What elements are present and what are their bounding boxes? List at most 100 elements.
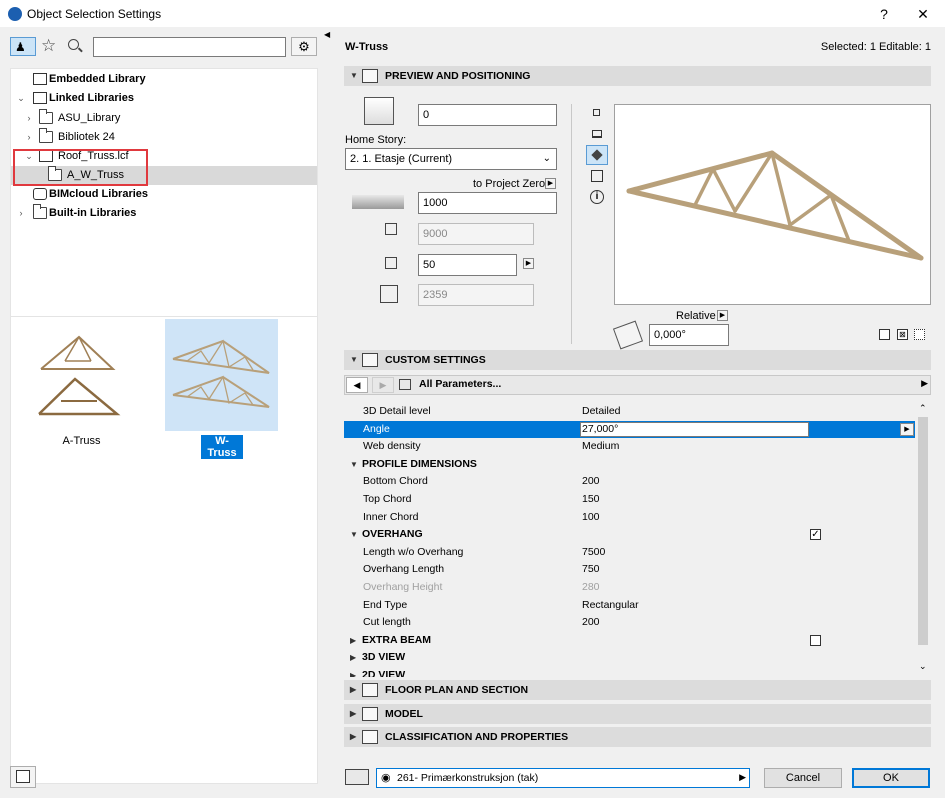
chevron-down-icon[interactable]: ⌄ [15, 89, 27, 108]
ok-button[interactable]: OK [852, 768, 930, 788]
library-manager-button[interactable] [10, 766, 36, 788]
chevron-right-icon[interactable]: ▶ [350, 667, 356, 677]
scroll-down-icon[interactable]: ⌄ [919, 661, 927, 672]
section-preview-positioning[interactable]: ▼ PREVIEW AND POSITIONING [344, 66, 931, 86]
help-button[interactable]: ? [874, 4, 894, 24]
info-button[interactable]: i [588, 188, 606, 206]
mirror-none-checkbox[interactable] [879, 329, 890, 340]
pane-splitter[interactable]: ◀ [322, 28, 333, 798]
search-input[interactable] [93, 37, 286, 57]
params-scrollbar[interactable]: ⌃ ⌄ [916, 403, 930, 677]
settings-gear-button[interactable]: ⚙ [291, 37, 317, 56]
param-row[interactable]: Inner Chord 100 [344, 509, 915, 527]
rotation-angle-input[interactable]: 0,000° [649, 324, 729, 346]
tree-item-asu-library[interactable]: › ASU_Library [11, 109, 317, 128]
depth-arrow-button[interactable]: ▶ [523, 258, 534, 269]
height-input[interactable]: 1000 [418, 192, 557, 214]
chevron-right-icon[interactable]: ▶ [350, 649, 356, 666]
param-value: Rectangular [582, 598, 639, 611]
param-name: Bottom Chord [363, 475, 428, 488]
chevron-down-icon[interactable]: ▼ [350, 66, 358, 86]
chevron-right-icon[interactable]: ▶ [350, 704, 356, 724]
tree-item-embedded-library[interactable]: Embedded Library [11, 70, 317, 89]
mirror-x-checkbox[interactable]: ⊠ [897, 329, 908, 340]
library-toggle-button[interactable]: ♟ [10, 37, 36, 56]
depth-input[interactable]: 50 [418, 254, 517, 276]
tree-item-linked-libraries[interactable]: ⌄ Linked Libraries [11, 89, 317, 108]
chevron-right-icon[interactable]: › [23, 128, 35, 147]
param-row[interactable]: Top Chord 150 [344, 491, 915, 509]
view-3d-button[interactable] [586, 145, 608, 165]
param-row[interactable]: 3D Detail level Detailed [344, 403, 915, 421]
param-name: Cut length [363, 616, 411, 629]
param-group-row[interactable]: ▼ ✓ OVERHANG [344, 526, 915, 544]
chevron-right-icon[interactable]: › [15, 204, 27, 223]
chevron-right-icon[interactable]: ▶ [350, 727, 356, 747]
home-story-label: Home Story: [345, 134, 407, 146]
chevron-right-icon[interactable]: ▶ [350, 680, 356, 700]
param-value: 200 [582, 616, 600, 629]
section-model[interactable]: ▶ MODEL [344, 704, 931, 724]
home-story-select[interactable]: 2. 1. Etasje (Current) ⌄ [345, 148, 557, 170]
gear-icon: ⚙ [298, 39, 310, 54]
group-enabled-checkbox-checked[interactable]: ✓ [810, 529, 821, 541]
section-title: FLOOR PLAN AND SECTION [385, 684, 529, 696]
param-row[interactable]: ▶ Angle 27,000° [344, 420, 915, 439]
chevron-right-icon[interactable]: › [23, 109, 35, 128]
thumbnail-a-truss[interactable]: A-Truss [25, 319, 138, 449]
params-dropdown[interactable]: All Parameters... ▶ [397, 377, 930, 393]
param-value: 280 [582, 581, 600, 593]
param-row[interactable]: Overhang Height 280 [344, 579, 915, 597]
tree-item-bibliotek-24[interactable]: › Bibliotek 24 [11, 128, 317, 147]
layer-select[interactable]: ◉ 261- Primærkonstruksjon (tak) ▶ [376, 768, 750, 788]
view-front-button[interactable] [588, 125, 606, 143]
tree-item-built-in-libraries[interactable]: › Built-in Libraries [11, 204, 317, 223]
layer-value: 261- Primærkonstruksjon (tak) [397, 772, 539, 784]
param-row[interactable]: Cut length 200 [344, 614, 915, 632]
to-project-zero-label: to Project Zero [473, 178, 546, 190]
close-button[interactable]: ✕ [913, 4, 933, 24]
cancel-button[interactable]: Cancel [764, 768, 842, 788]
thumbnail-w-truss[interactable]: W-Truss [165, 319, 278, 459]
param-row[interactable]: Overhang Length 750 [344, 561, 915, 579]
relative-arrow-button[interactable]: ▶ [717, 310, 728, 321]
param-row[interactable]: Length w/o Overhang 7500 [344, 544, 915, 562]
prev-page-button[interactable]: ◀ [346, 377, 368, 393]
param-group-row[interactable]: ▼ PROFILE DIMENSIONS [344, 456, 915, 474]
elevation-input[interactable]: 0 [418, 104, 557, 126]
section-classification[interactable]: ▶ CLASSIFICATION AND PROPERTIES [344, 727, 931, 747]
param-name: 2D VIEW [362, 669, 406, 677]
group-enabled-checkbox[interactable] [810, 634, 821, 646]
chevron-down-icon[interactable]: ▼ [350, 456, 358, 473]
collapse-left-icon[interactable]: ◀ [324, 30, 330, 39]
chevron-down-icon[interactable]: ▼ [350, 350, 358, 370]
param-arrow-button[interactable]: ▶ [900, 422, 914, 436]
scroll-up-icon[interactable]: ⌃ [919, 403, 927, 414]
chevron-right-icon[interactable]: ▶ [350, 632, 356, 649]
to-project-zero-button[interactable]: ▶ [545, 178, 556, 189]
favorites-icon[interactable]: ☆ [41, 36, 56, 56]
view-side-button[interactable] [588, 167, 606, 185]
param-row[interactable]: Bottom Chord 200 [344, 473, 915, 491]
tree-item-bimcloud-libraries[interactable]: BIMcloud Libraries [11, 185, 317, 204]
preview-3d-canvas[interactable] [614, 104, 931, 305]
chevron-down-icon[interactable]: ▼ [350, 526, 358, 543]
param-name: Top Chord [363, 493, 412, 505]
section-custom-settings[interactable]: ▼ CUSTOM SETTINGS [344, 350, 931, 370]
param-row[interactable]: End Type Rectangular [344, 597, 915, 615]
mirror-y-checkbox[interactable] [914, 329, 925, 340]
section-floor-plan[interactable]: ▶ FLOOR PLAN AND SECTION [344, 680, 931, 700]
param-row[interactable]: Web density Medium [344, 438, 915, 456]
param-value: Detailed [582, 405, 621, 417]
next-page-button[interactable]: ▶ [372, 377, 394, 393]
param-group-row[interactable]: ▶ EXTRA BEAM [344, 632, 915, 650]
thumbnail-label: W-Truss [201, 435, 243, 459]
scrollbar-thumb[interactable] [918, 417, 928, 645]
section-title: CUSTOM SETTINGS [385, 354, 486, 366]
param-group-row[interactable]: ▶ 2D VIEW [344, 667, 915, 677]
param-group-row[interactable]: ▶ 3D VIEW [344, 649, 915, 667]
param-value: 750 [582, 563, 600, 576]
tree-label: Embedded Library [49, 73, 146, 85]
app-icon [8, 7, 22, 21]
view-2d-symbol-button[interactable] [588, 104, 606, 122]
